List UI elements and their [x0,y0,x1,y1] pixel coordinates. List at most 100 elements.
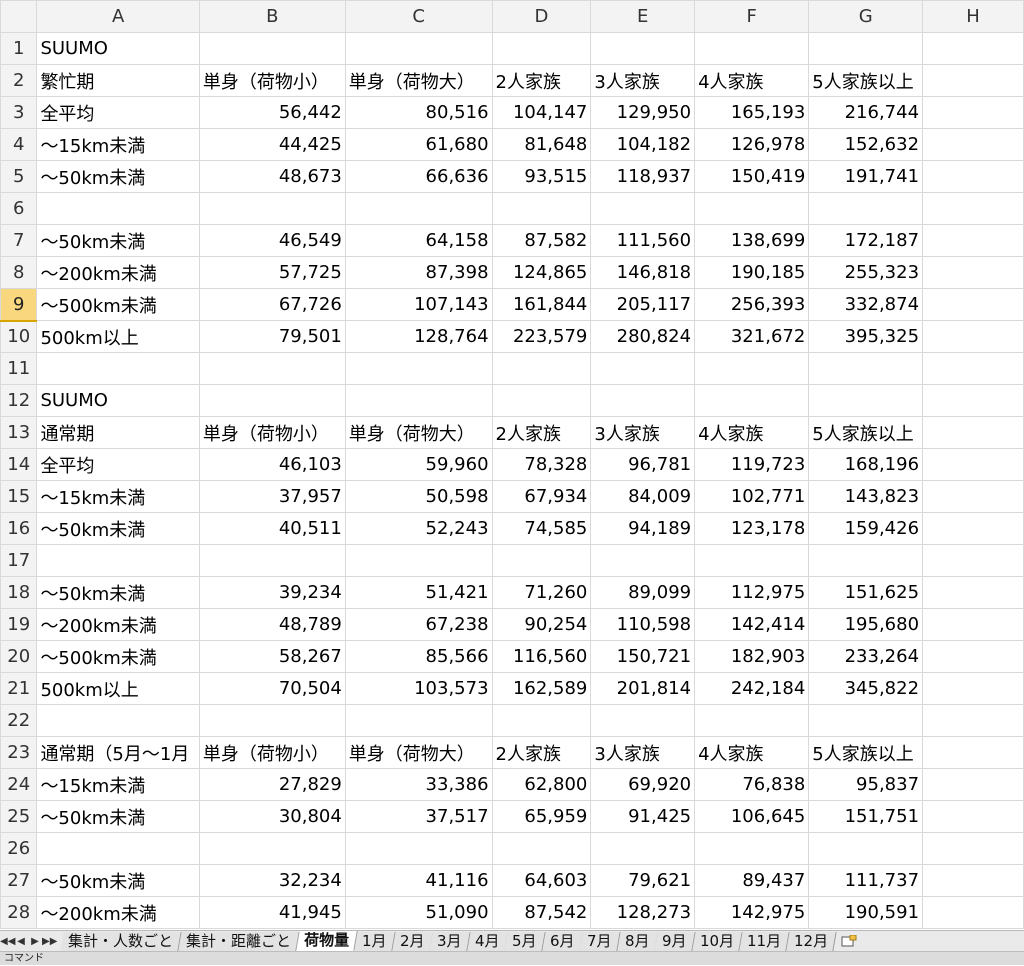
cell[interactable]: 2人家族 [491,736,592,769]
cell[interactable]: 67,726 [198,288,346,321]
cell[interactable]: 191,741 [808,160,924,193]
cell[interactable] [198,704,346,737]
cell[interactable]: SUUMO [36,32,200,65]
row-header[interactable]: 15 [0,480,38,513]
cell[interactable]: 61,680 [344,128,493,161]
cell[interactable]: 151,625 [808,576,924,609]
column-header-f[interactable]: F [694,0,810,33]
cell[interactable]: 69,920 [590,768,696,801]
cell[interactable]: ～15km未満 [36,128,200,161]
cell[interactable]: 37,957 [198,480,346,513]
sheet-tab[interactable]: 集計・人数ごと [60,931,182,951]
cell[interactable]: 87,398 [344,256,493,289]
sheet-tab[interactable]: 4月 [467,931,508,951]
cell[interactable]: 78,328 [491,448,592,481]
cell[interactable] [694,832,810,865]
cell[interactable]: 129,950 [590,96,696,129]
cell[interactable]: 190,591 [808,896,924,929]
cell[interactable]: 126,978 [694,128,810,161]
column-header-e[interactable]: E [590,0,696,33]
cell[interactable]: 128,764 [344,320,493,353]
sheet-tab[interactable]: 10月 [692,931,743,951]
row-header[interactable]: 24 [0,768,38,801]
cell[interactable]: 70,504 [198,672,346,705]
cell[interactable] [922,64,1024,97]
cell[interactable]: 85,566 [344,640,493,673]
cell[interactable]: 4人家族 [694,736,810,769]
cell[interactable]: 93,515 [491,160,592,193]
cell[interactable] [808,192,924,225]
cell[interactable] [590,832,696,865]
row-header[interactable]: 3 [0,96,38,129]
cell[interactable] [922,832,1024,865]
cell[interactable] [922,480,1024,513]
cell[interactable]: 41,116 [344,864,493,897]
cell[interactable]: 106,645 [694,800,810,833]
cell[interactable]: 79,621 [590,864,696,897]
cell[interactable]: 128,273 [590,896,696,929]
cell[interactable]: 201,814 [590,672,696,705]
cell[interactable]: 65,959 [491,800,592,833]
cell[interactable] [198,352,346,385]
column-header-h[interactable]: H [922,0,1024,33]
cell[interactable] [922,160,1024,193]
cell[interactable] [922,192,1024,225]
cell[interactable]: 123,178 [694,512,810,545]
sheet-tab[interactable]: 7月 [579,931,621,951]
cell[interactable] [590,384,696,417]
cell[interactable] [198,32,346,65]
row-header[interactable]: 19 [0,608,38,641]
cell[interactable]: 46,549 [198,224,346,257]
cell[interactable]: 64,158 [344,224,493,257]
cell[interactable]: 79,501 [198,320,346,353]
cell[interactable]: 216,744 [808,96,924,129]
cell[interactable] [590,192,696,225]
cell[interactable]: 150,419 [694,160,810,193]
cell[interactable]: 64,603 [491,864,592,897]
cell[interactable]: ～15km未満 [36,480,200,513]
cell[interactable]: 51,090 [344,896,493,929]
cell[interactable]: 124,865 [491,256,592,289]
cell[interactable]: 190,185 [694,256,810,289]
cell[interactable]: 単身（荷物小） [198,416,346,449]
sheet-tab[interactable]: 9月 [654,931,696,951]
cell[interactable] [922,288,1024,321]
cell[interactable]: 165,193 [694,96,810,129]
cell[interactable]: 395,325 [808,320,924,353]
cell[interactable]: 256,393 [694,288,810,321]
cell[interactable] [922,576,1024,609]
cell[interactable] [344,832,493,865]
cell[interactable]: ～200km未満 [36,608,200,641]
cell[interactable]: 48,673 [198,160,346,193]
cell[interactable] [922,320,1024,353]
cell[interactable]: 112,975 [694,576,810,609]
cell[interactable]: 39,234 [198,576,346,609]
row-header[interactable]: 14 [0,448,38,481]
cell[interactable]: 5人家族以上 [808,64,924,97]
row-header[interactable]: 6 [0,192,38,225]
cell[interactable] [922,416,1024,449]
cell[interactable] [344,32,493,65]
cell[interactable]: 111,737 [808,864,924,897]
row-header[interactable]: 4 [0,128,38,161]
first-sheet-icon[interactable]: ◀◀ [0,936,15,947]
cell[interactable] [491,384,592,417]
cell[interactable]: 87,542 [491,896,592,929]
cell[interactable] [922,384,1024,417]
cell[interactable] [922,672,1024,705]
cell[interactable]: 90,254 [491,608,592,641]
cell[interactable]: 119,723 [694,448,810,481]
cell[interactable]: ～50km未満 [36,224,200,257]
cell[interactable]: 84,009 [590,480,696,513]
cell[interactable]: ～15km未満 [36,768,200,801]
cell[interactable]: 62,800 [491,768,592,801]
cell[interactable]: 30,804 [198,800,346,833]
cell[interactable]: 172,187 [808,224,924,257]
cell[interactable]: 通常期（5月～1月 [36,736,200,769]
cell[interactable]: 67,934 [491,480,592,513]
cell[interactable]: 80,516 [344,96,493,129]
cell[interactable]: 81,648 [491,128,592,161]
cell[interactable]: 48,789 [198,608,346,641]
cell[interactable]: 76,838 [694,768,810,801]
column-header-a[interactable]: A [36,0,200,33]
